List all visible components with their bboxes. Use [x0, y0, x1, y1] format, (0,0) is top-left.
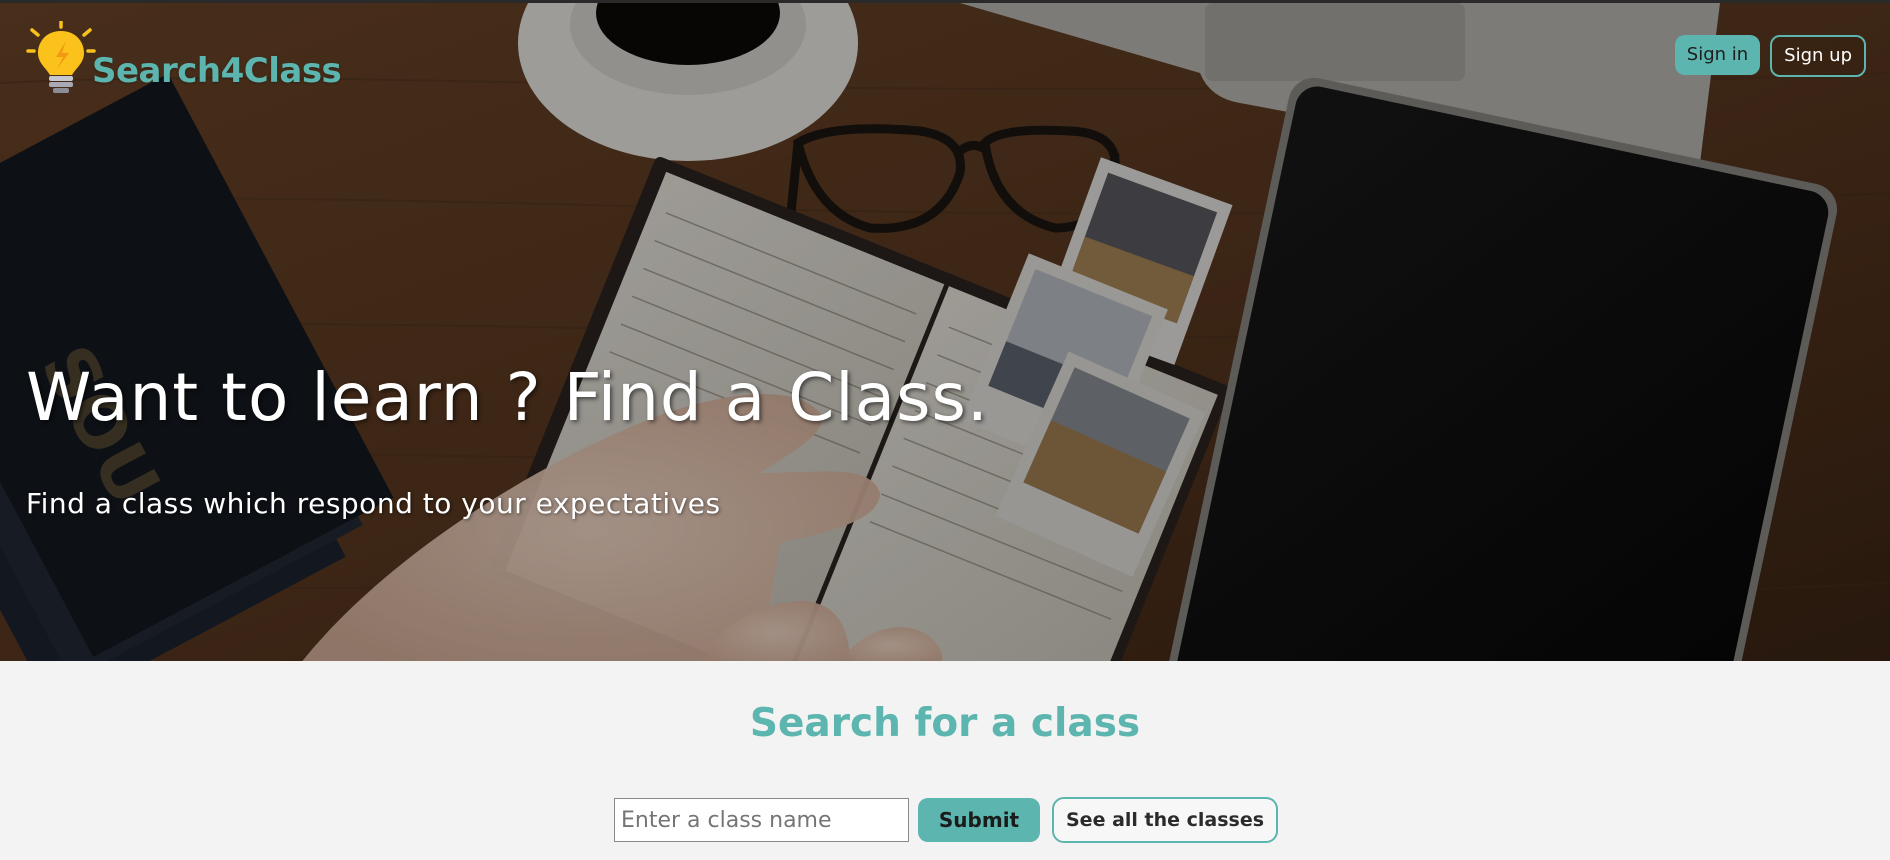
sign-in-button[interactable]: Sign in: [1674, 35, 1761, 75]
auth-buttons: Sign in Sign up: [1674, 35, 1866, 77]
brand-logo[interactable]: Search4Class: [26, 21, 342, 95]
search-section: Search for a class Submit See all the cl…: [0, 661, 1890, 860]
brand-name: Search4Class: [92, 51, 342, 91]
search-title: Search for a class: [749, 701, 1141, 746]
sign-up-button[interactable]: Sign up: [1770, 35, 1866, 77]
see-all-classes-button[interactable]: See all the classes: [1052, 797, 1279, 843]
hero-title: Want to learn ? Find a Class.: [26, 359, 989, 436]
class-name-input[interactable]: [614, 798, 909, 842]
search-form: Submit See all the classes: [614, 797, 1279, 843]
lightbulb-icon: [26, 21, 96, 93]
page: SOU Search4Class Sign in Sign up Want to…: [0, 0, 1890, 860]
hero-banner: SOU Search4Class Sign in Sign up Want to…: [0, 0, 1890, 661]
hero-overlay: [0, 3, 1890, 661]
submit-button[interactable]: Submit: [918, 798, 1040, 842]
hero-subtitle: Find a class which respond to your expec…: [26, 487, 721, 520]
